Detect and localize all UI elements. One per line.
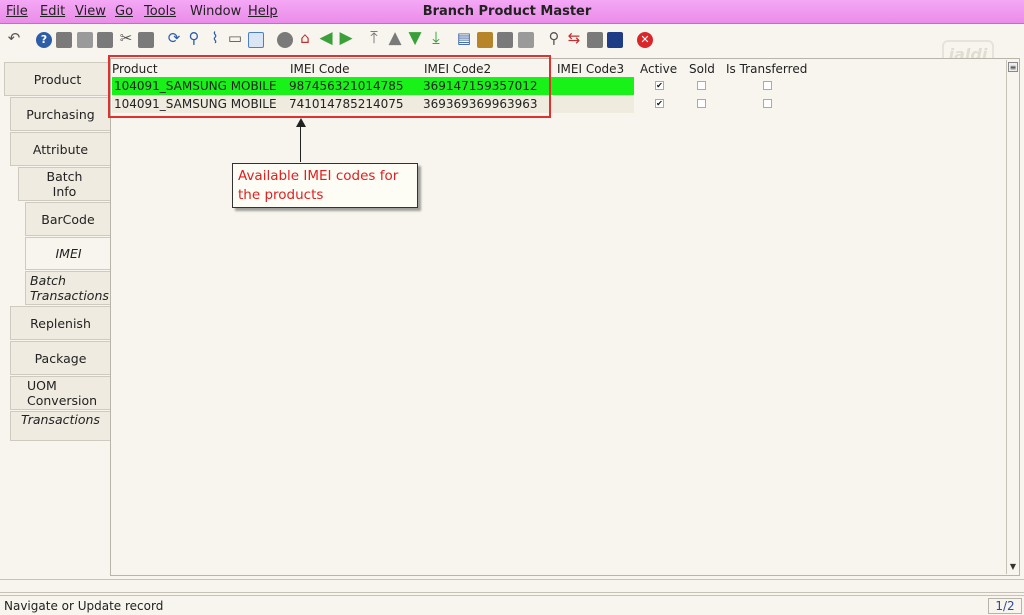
status-bar: Navigate or Update record 1/2 [0,595,1024,615]
tab-transactions[interactable]: Transactions [10,411,110,441]
back-icon[interactable]: ◀ [318,30,334,47]
tab-imei[interactable]: IMEI [25,237,111,270]
column-header-sold[interactable]: Sold [689,62,715,76]
annotation-callout: Available IMEI codes for the products [232,163,418,208]
forward-icon[interactable]: ▶ [338,30,354,47]
tab-barcode[interactable]: BarCode [25,202,110,236]
next-record-icon[interactable]: ▼ [407,30,423,47]
tab-batch-info[interactable]: Batch Info [18,167,110,201]
archive-icon[interactable] [477,32,493,48]
sold-checkbox[interactable] [697,81,706,90]
workflow-icon[interactable]: ⇆ [566,30,582,46]
delete-icon[interactable] [97,32,113,48]
column-header-is-transferred[interactable]: Is Transferred [726,62,807,76]
tab-uom-conversion[interactable]: UOM Conversion [10,376,110,410]
annotation-highlight-box [108,55,551,118]
is-transferred-checkbox[interactable] [763,99,772,108]
imei-grid-panel [110,58,1020,576]
undo-icon[interactable]: ↶ [6,30,22,46]
cut-icon[interactable]: ✂ [118,30,134,46]
active-checkbox[interactable]: ✔ [655,99,664,108]
copy-icon[interactable] [77,32,93,48]
scroll-down-icon[interactable]: ▼ [1008,562,1018,572]
print-preview-icon[interactable] [518,32,534,48]
previous-record-icon[interactable]: ▲ [387,30,403,47]
tab-replenish[interactable]: Replenish [10,306,110,340]
tab-product[interactable]: Product [4,62,110,96]
tab-purchasing[interactable]: Purchasing [10,97,110,131]
column-header-active[interactable]: Active [640,62,677,76]
tab-package[interactable]: Package [10,341,110,375]
menubar: File Edit View Go Tools Window Help Bran… [0,0,1024,24]
history-icon[interactable] [277,32,293,48]
close-icon[interactable]: ✕ [637,32,653,48]
grid-menu-icon[interactable]: ≡ [1008,62,1018,72]
first-record-icon[interactable]: ⤒ [366,30,382,47]
status-message: Navigate or Update record [4,599,164,613]
refresh-icon[interactable]: ⟳ [166,30,182,46]
sold-checkbox[interactable] [697,99,706,108]
attachment-icon[interactable]: ⌇ [207,30,223,46]
is-transferred-checkbox[interactable] [763,81,772,90]
record-page-indicator[interactable]: 1/2 [988,598,1022,614]
new-icon[interactable] [56,32,72,48]
save-icon[interactable] [138,32,154,48]
report-icon[interactable]: ▤ [456,30,472,46]
vertical-scrollbar[interactable]: ≡ ▼ [1006,60,1019,574]
annotation-arrow-icon [296,118,306,127]
window-title: Branch Product Master [422,4,592,19]
toolbar: ↶ ? ✂ ⟳ ⚲ ⌇ ▭ ⌂ ◀ ▶ ⤒ ▲ ▼ ⤓ ▤ ⚲ ⇆ ✕ [0,24,1024,56]
active-checkbox[interactable]: ✔ [655,81,664,90]
print-icon[interactable] [497,32,513,48]
chat-icon[interactable]: ▭ [227,30,243,46]
horizontal-scrollbar[interactable] [0,579,1024,593]
help-icon[interactable]: ? [36,32,52,48]
product-info-icon[interactable] [607,32,623,48]
request-icon[interactable] [587,32,603,48]
last-record-icon[interactable]: ⤓ [428,30,444,47]
column-header-imei-code3[interactable]: IMEI Code3 [557,62,624,76]
grid-toggle-icon[interactable] [248,32,264,48]
find-icon[interactable]: ⚲ [186,30,202,46]
home-icon[interactable]: ⌂ [297,30,313,46]
annotation-arrow-line [300,126,301,162]
tab-batch-transactions[interactable]: Batch Transactions [25,271,110,305]
tab-attribute[interactable]: Attribute [10,132,110,166]
zoom-icon[interactable]: ⚲ [546,30,562,46]
